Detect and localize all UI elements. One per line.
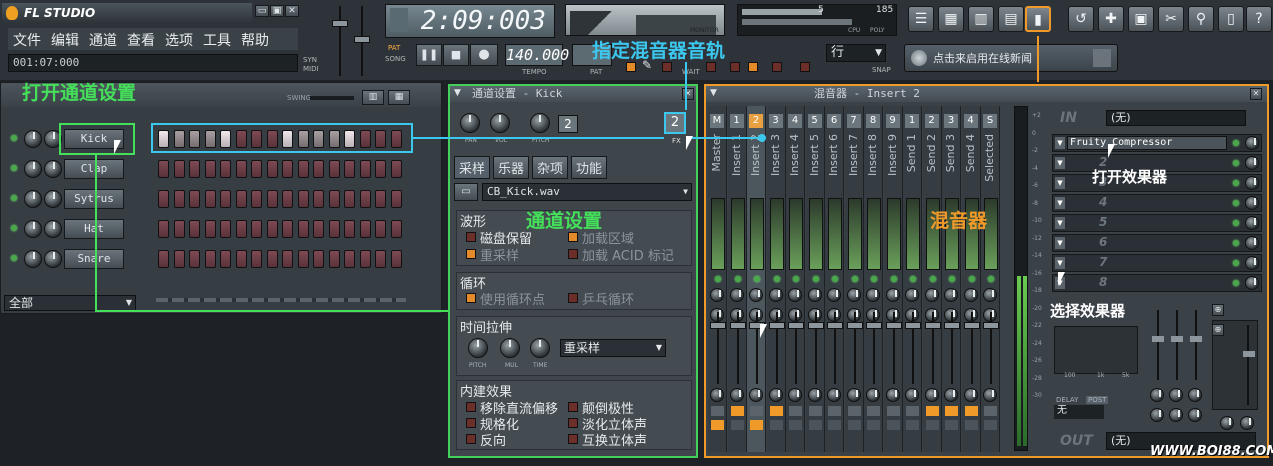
kick-button-highlight (59, 123, 135, 155)
mouse-cursor (1108, 144, 1115, 158)
watermark: WWW.BOI88.COM (1150, 444, 1273, 459)
cyan-callout-dot (758, 134, 766, 142)
annotation-lines (59, 36, 1039, 312)
annotation-assign-mixer-track: 指定混音器音轨 (592, 40, 726, 62)
annotation-channel-settings: 通道设置 (526, 210, 603, 232)
annotation-select-effect: 选择效果器 (1050, 302, 1126, 320)
annotation-open-channel-settings: 打开通道设置 (22, 82, 137, 104)
mouse-cursor (114, 140, 121, 154)
green-callout-line (95, 154, 448, 312)
kick-steps-highlight (151, 123, 413, 153)
annotation-open-effect: 打开效果器 (1092, 168, 1168, 186)
mouse-cursor (1058, 272, 1065, 286)
annotation-mixer: 混音器 (930, 210, 988, 232)
mouse-cursor (760, 324, 767, 338)
mouse-cursor (686, 136, 693, 150)
